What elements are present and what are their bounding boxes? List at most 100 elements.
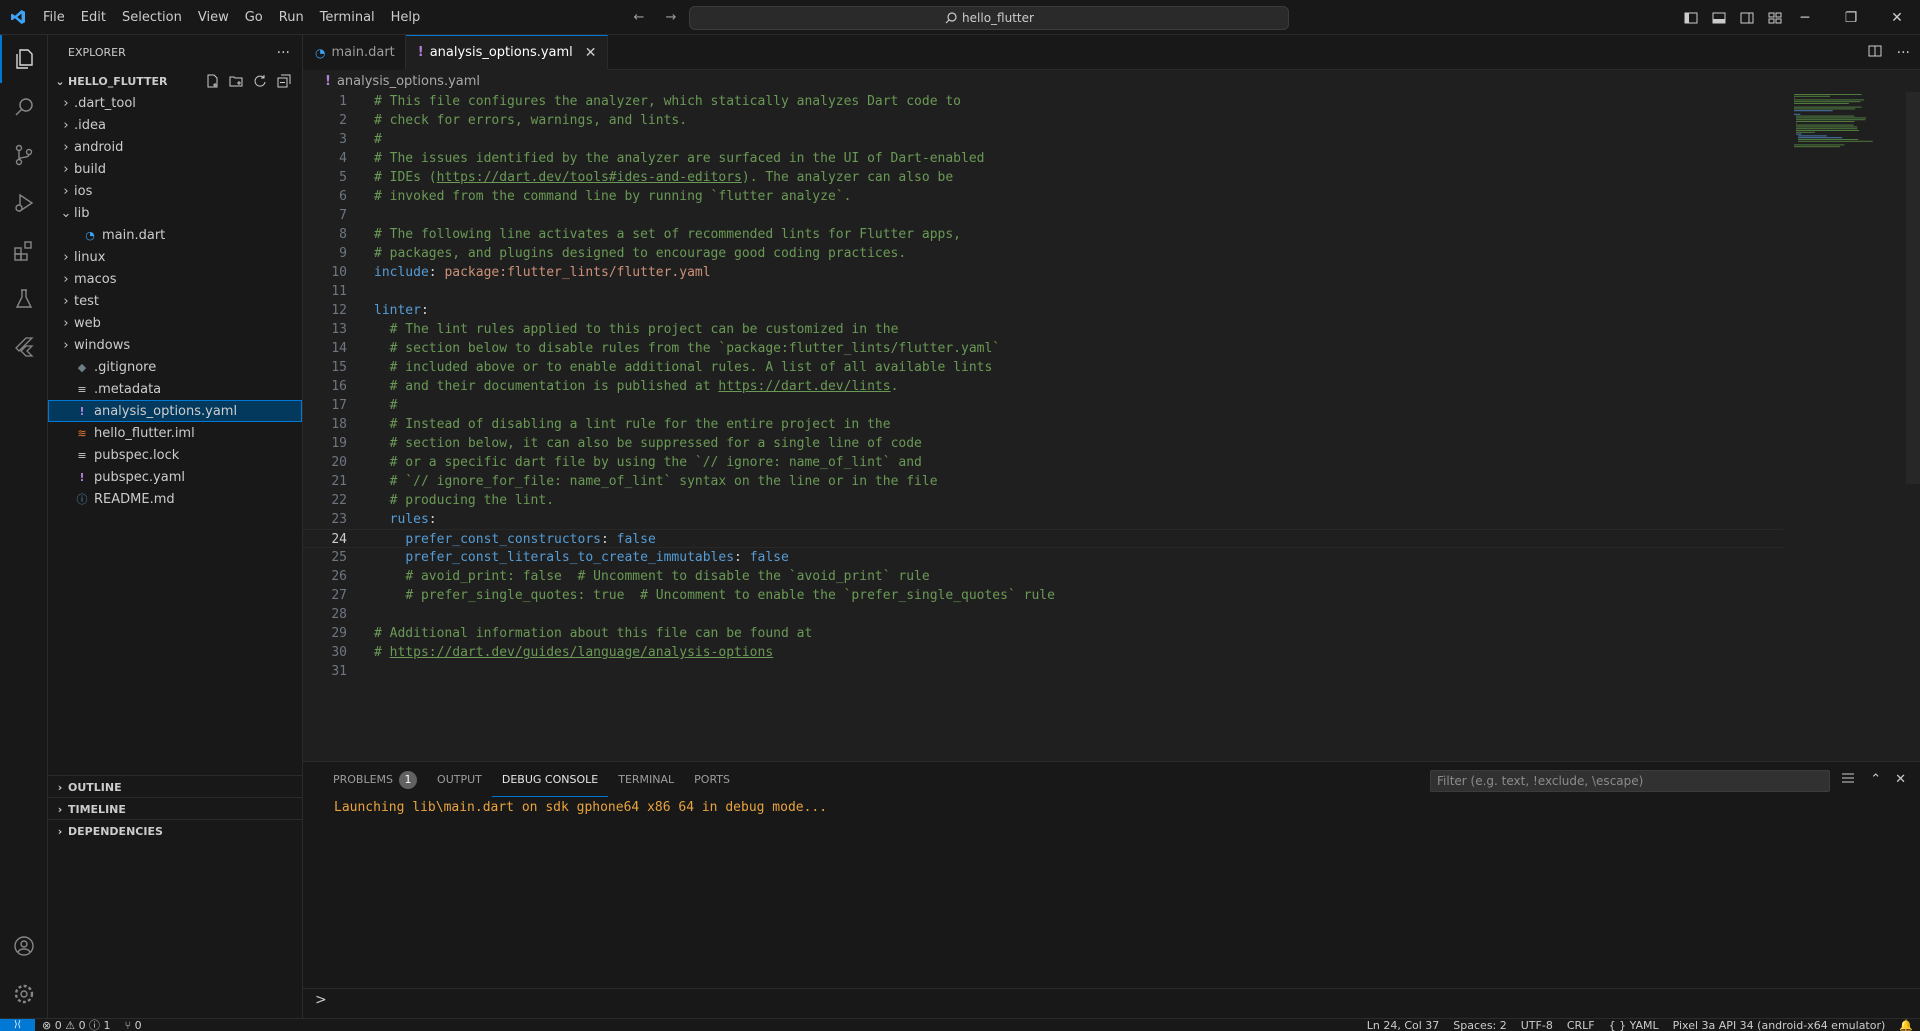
code-line[interactable]: 4 # The issues identified by the analyzer… <box>303 149 1783 168</box>
run-debug-icon[interactable] <box>0 179 48 227</box>
tree-file[interactable]: ! analysis_options.yaml <box>48 400 302 422</box>
forward-arrow-icon[interactable]: → <box>660 7 682 29</box>
code-line[interactable]: 30 # https://dart.dev/guides/language/ana… <box>303 643 1783 662</box>
menu-run[interactable]: Run <box>271 0 312 35</box>
new-file-icon[interactable] <box>202 71 222 91</box>
code-line[interactable]: 18 # Instead of disabling a lint rule fo… <box>303 415 1783 434</box>
code-line[interactable]: 24 prefer_const_constructors: false <box>303 529 1783 548</box>
notifications-bell-icon[interactable]: 🔔 <box>1892 1019 1920 1031</box>
code-line[interactable]: 22 # producing the lint. <box>303 491 1783 510</box>
code-line[interactable]: 6 # invoked from the command line by runn… <box>303 187 1783 206</box>
project-section-header[interactable]: ⌄ HELLO_FLUTTER <box>48 70 302 92</box>
close-panel-icon[interactable]: ✕ <box>1895 772 1906 787</box>
code-line[interactable]: 8 # The following line activates a set of… <box>303 225 1783 244</box>
code-editor[interactable]: 1 # This file configures the analyzer, wh… <box>303 92 1783 681</box>
new-folder-icon[interactable] <box>226 71 246 91</box>
tree-folder[interactable]: › .idea <box>48 114 302 136</box>
menu-selection[interactable]: Selection <box>114 0 190 35</box>
close-window-button[interactable]: ✕ <box>1874 0 1920 35</box>
vertical-scrollbar[interactable] <box>1906 92 1920 484</box>
accounts-icon[interactable] <box>0 922 48 970</box>
tree-folder[interactable]: › linux <box>48 246 302 268</box>
code-line[interactable]: 23 rules: <box>303 510 1783 529</box>
restore-button[interactable]: ❐ <box>1828 0 1874 35</box>
status-cursor-position[interactable]: Ln 24, Col 37 <box>1360 1019 1447 1031</box>
code-line[interactable]: 5 # IDEs (https://dart.dev/tools#ides-and… <box>303 168 1783 187</box>
tree-folder[interactable]: › build <box>48 158 302 180</box>
tree-file[interactable]: ◔ main.dart <box>48 224 302 246</box>
flutter-icon[interactable] <box>0 323 48 371</box>
console-filter-input[interactable]: Filter (e.g. text, !exclude, \escape) <box>1430 770 1830 792</box>
code-line[interactable]: 17 # <box>303 396 1783 415</box>
tree-folder[interactable]: › test <box>48 290 302 312</box>
tree-file[interactable]: ⓘ README.md <box>48 488 302 510</box>
toggle-primary-sidebar-icon[interactable] <box>1680 7 1702 29</box>
minimap[interactable] <box>1792 92 1892 152</box>
collapse-all-icon[interactable] <box>274 71 294 91</box>
code-line[interactable]: 29 # Additional information about this fi… <box>303 624 1783 643</box>
extensions-icon[interactable] <box>0 227 48 275</box>
menu-terminal[interactable]: Terminal <box>312 0 383 35</box>
more-actions-icon[interactable]: ··· <box>277 45 290 61</box>
status-problems[interactable]: ⊗ 0 ⚠ 0 ⓘ 1 <box>35 1019 118 1031</box>
code-line[interactable]: 27 # prefer_single_quotes: true # Uncomm… <box>303 586 1783 605</box>
menu-go[interactable]: Go <box>237 0 271 35</box>
code-line[interactable]: 21 # `// ignore_for_file: name_of_lint` … <box>303 472 1783 491</box>
tree-folder[interactable]: ⌄ lib <box>48 202 302 224</box>
status-device[interactable]: Pixel 3a API 34 (android-x64 emulator) <box>1666 1019 1893 1031</box>
console-prompt[interactable]: > <box>315 992 327 1008</box>
panel-tab-problems[interactable]: PROBLEMS 1 <box>323 762 427 797</box>
remote-indicator-icon[interactable]: ⟩⟨ <box>0 1019 35 1031</box>
code-line[interactable]: 31 <box>303 662 1783 681</box>
tree-folder[interactable]: › .dart_tool <box>48 92 302 114</box>
code-line[interactable]: 15 # included above or to enable additio… <box>303 358 1783 377</box>
tree-folder[interactable]: › windows <box>48 334 302 356</box>
section-outline[interactable]: › OUTLINE <box>48 776 303 798</box>
code-line[interactable]: 10 include: package:flutter_lints/flutter… <box>303 263 1783 282</box>
maximize-panel-icon[interactable]: ⌃ <box>1870 772 1881 787</box>
tree-file[interactable]: ◆ .gitignore <box>48 356 302 378</box>
status-indentation[interactable]: Spaces: 2 <box>1446 1019 1513 1031</box>
code-line[interactable]: 25 prefer_const_literals_to_create_immut… <box>303 548 1783 567</box>
code-line[interactable]: 26 # avoid_print: false # Uncomment to d… <box>303 567 1783 586</box>
refresh-icon[interactable] <box>250 71 270 91</box>
breadcrumb[interactable]: ! analysis_options.yaml <box>303 70 1920 92</box>
tree-folder[interactable]: › android <box>48 136 302 158</box>
code-line[interactable]: 20 # or a specific dart file by using th… <box>303 453 1783 472</box>
search-icon[interactable] <box>0 83 48 131</box>
panel-tab-ports[interactable]: PORTS <box>684 762 740 797</box>
status-eol[interactable]: CRLF <box>1560 1019 1602 1031</box>
tree-file[interactable]: ≡ pubspec.lock <box>48 444 302 466</box>
status-encoding[interactable]: UTF-8 <box>1514 1019 1560 1031</box>
toggle-panel-icon[interactable] <box>1708 7 1730 29</box>
code-line[interactable]: 13 # The lint rules applied to this proj… <box>303 320 1783 339</box>
tree-folder[interactable]: › macos <box>48 268 302 290</box>
source-control-icon[interactable] <box>0 131 48 179</box>
explorer-icon[interactable] <box>0 35 48 83</box>
back-arrow-icon[interactable]: ← <box>628 7 650 29</box>
tab-analysis-options[interactable]: ! analysis_options.yaml ✕ <box>405 35 608 70</box>
panel-tab-terminal[interactable]: TERMINAL <box>608 762 684 797</box>
section-timeline[interactable]: › TIMELINE <box>48 798 303 820</box>
close-icon[interactable]: ✕ <box>585 45 597 61</box>
testing-icon[interactable] <box>0 275 48 323</box>
manage-gear-icon[interactable] <box>0 970 48 1018</box>
code-line[interactable]: 12 linter: <box>303 301 1783 320</box>
split-editor-icon[interactable] <box>1867 43 1883 63</box>
panel-tab-debug-console[interactable]: DEBUG CONSOLE <box>491 762 609 797</box>
tree-file[interactable]: ! pubspec.yaml <box>48 466 302 488</box>
menu-view[interactable]: View <box>190 0 237 35</box>
status-language[interactable]: { } YAML <box>1602 1019 1666 1031</box>
menu-help[interactable]: Help <box>383 0 429 35</box>
word-wrap-icon[interactable] <box>1840 770 1856 790</box>
tree-file[interactable]: ≡ .metadata <box>48 378 302 400</box>
code-line[interactable]: 7 <box>303 206 1783 225</box>
toggle-secondary-sidebar-icon[interactable] <box>1736 7 1758 29</box>
status-ports[interactable]: ⑂ 0 <box>118 1019 149 1031</box>
code-line[interactable]: 28 <box>303 605 1783 624</box>
panel-tab-output[interactable]: OUTPUT <box>427 762 492 797</box>
tree-file[interactable]: ≋ hello_flutter.iml <box>48 422 302 444</box>
more-actions-icon[interactable]: ··· <box>1897 45 1910 61</box>
code-line[interactable]: 2 # check for errors, warnings, and lints… <box>303 111 1783 130</box>
code-line[interactable]: 1 # This file configures the analyzer, wh… <box>303 92 1783 111</box>
